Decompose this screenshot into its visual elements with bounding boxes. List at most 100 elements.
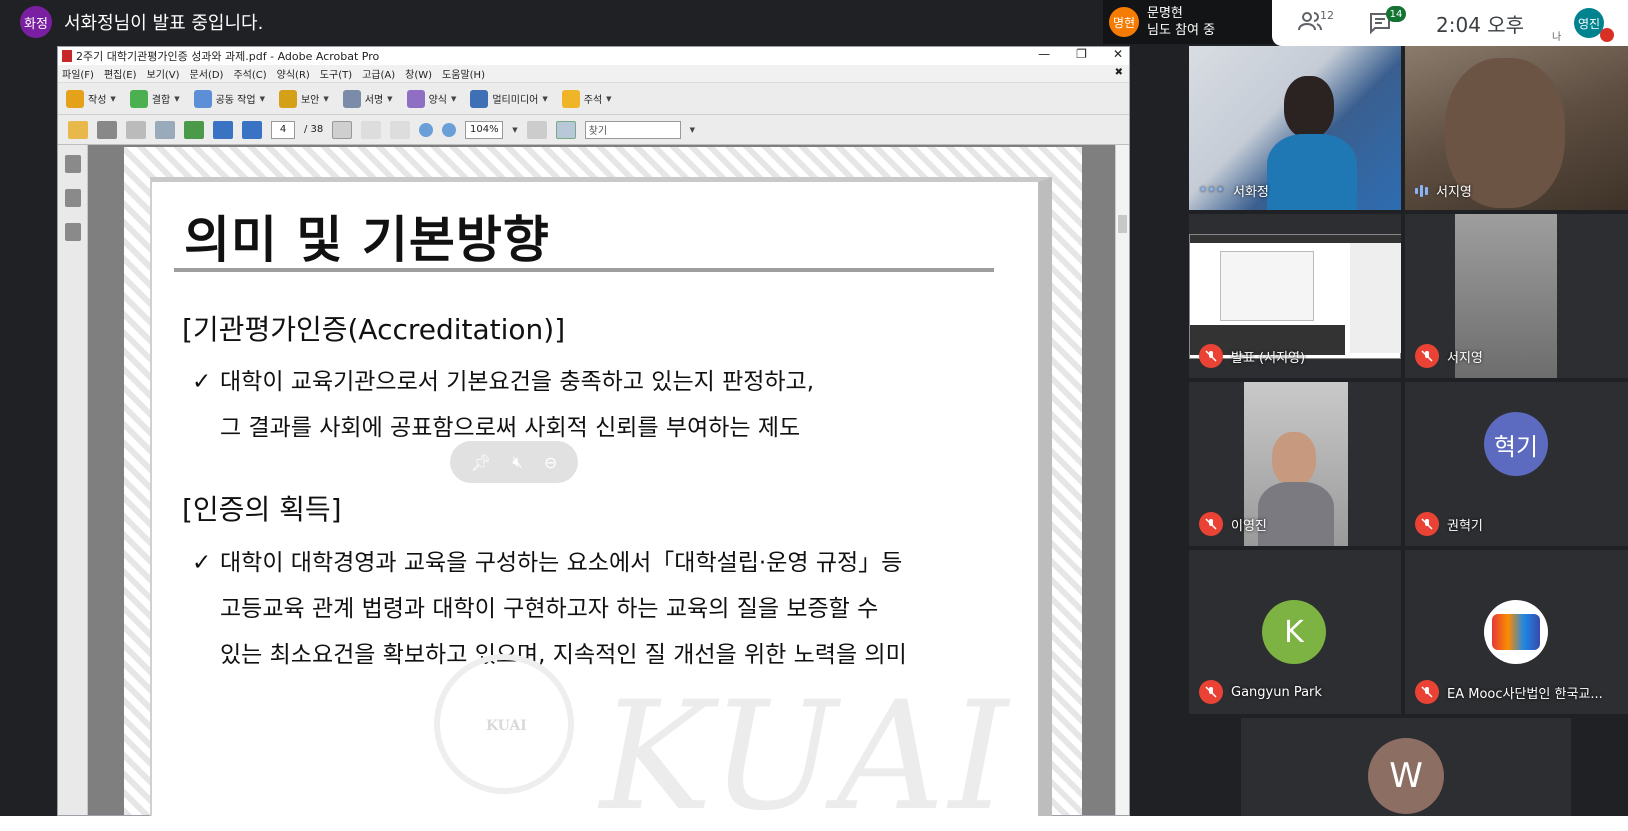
collaborate-icon [193, 89, 212, 108]
window-title: 2주기 대학기관평가인증 성과와 과제.pdf - Adobe Acrobat … [76, 50, 380, 63]
pen-icon [342, 89, 361, 108]
join-notification: 명현 문명현 님도 참여 중 [1103, 0, 1273, 44]
print-icon[interactable] [97, 120, 117, 139]
participant-tile[interactable]: 서지영 [1405, 46, 1628, 210]
pdf-file-icon [62, 50, 72, 62]
close-button[interactable]: ✕ [1113, 47, 1123, 61]
hand-tool-icon[interactable] [361, 120, 382, 139]
joiner-avatar: 명현 [1109, 7, 1139, 37]
comment-button[interactable]: 주석 ▼ [561, 89, 612, 108]
scrollbar-thumb[interactable] [1118, 215, 1127, 233]
menu-edit[interactable]: 편집(E) [104, 66, 137, 81]
comment-icon [561, 89, 580, 108]
forms-button[interactable]: 양식 ▼ [406, 89, 457, 108]
menu-help[interactable]: 도움말(H) [442, 66, 485, 81]
pin-icon[interactable]: 📌︎ [471, 453, 491, 472]
chevron-down-icon: ▼ [110, 94, 116, 103]
mic-off-icon [1199, 680, 1223, 704]
participant-name: 서지영 [1436, 185, 1472, 200]
chat-badge: 14 [1386, 6, 1406, 22]
check-icon: ✓ [192, 369, 212, 395]
clock: 2:04 오후 [1436, 13, 1525, 37]
speaking-indicator-icon [1415, 184, 1428, 197]
menu-advanced[interactable]: 고급(A) [362, 66, 395, 81]
open-folder-icon[interactable] [68, 120, 88, 139]
menu-bar: 파일(F) 편집(E) 보기(V) 문서(D) 주석(C) 양식(R) 도구(T… [58, 65, 1129, 83]
chevron-down-icon: ▼ [259, 94, 265, 103]
lock-icon [278, 89, 297, 108]
secure-button[interactable]: 보안 ▼ [278, 89, 329, 108]
participant-tile[interactable]: ••• 서화정 [1189, 46, 1401, 210]
bookmarks-icon[interactable] [64, 189, 81, 207]
form-icon [406, 89, 425, 108]
meet-window: 화정 서화정님이 발표 중입니다. 명현 문명현 님도 참여 중 12 14 2… [0, 0, 1628, 831]
zoom-in-icon[interactable] [442, 122, 457, 137]
participant-tile[interactable]: 발표 (서지영) [1189, 214, 1401, 378]
task-toolbar: 작성 ▼ 결합 ▼ 공동 작업 ▼ 보안 ▼ 서명 ▼ 양식 ▼ 멀티미디어 ▼ 주석 ▼ [58, 83, 1129, 115]
participant-name: 이영진 [1231, 518, 1267, 534]
menu-view[interactable]: 보기(V) [147, 66, 180, 81]
web-icon[interactable] [184, 120, 204, 139]
pdf-page: 의미 및 기본방향 [기관평가인증(Accreditation)] ✓ 대학이 교… [124, 147, 1082, 831]
create-button[interactable]: 작성 ▼ [66, 89, 116, 108]
chevron-down-icon: ▼ [606, 94, 612, 103]
fit-page-icon[interactable] [526, 120, 547, 139]
collaborate-button[interactable]: 공동 작업 ▼ [193, 89, 265, 108]
participant-tile[interactable]: EA Mooc사단법인 한국교... [1405, 550, 1628, 714]
participant-tile[interactable]: K Gangyun Park [1189, 550, 1401, 714]
arrow-up-icon[interactable] [213, 120, 233, 139]
combine-button[interactable]: 결합 ▼ [129, 89, 180, 108]
screen-share-thumbnail [1189, 234, 1401, 359]
vertical-scrollbar[interactable] [1115, 145, 1129, 815]
create-icon [66, 89, 84, 108]
navigation-pane [58, 145, 88, 815]
meeting-info-bar: 12 14 2:04 오후 영진 나 [1272, 0, 1628, 46]
mute-icon[interactable]: 🔇︎ [512, 452, 522, 472]
signatures-icon[interactable] [64, 223, 81, 241]
presenting-banner: 화정 서화정님이 발표 중입니다. [20, 4, 263, 40]
multimedia-button[interactable]: 멀티미디어 ▼ [470, 89, 548, 108]
remove-icon[interactable]: ⊖ [544, 453, 557, 472]
mic-off-icon [1415, 512, 1439, 536]
find-input[interactable]: 찾기 [584, 120, 681, 139]
zoom-input[interactable]: 104% [465, 120, 504, 139]
arrow-down-icon[interactable] [242, 120, 262, 139]
menu-file[interactable]: 파일(F) [62, 66, 94, 81]
zoom-tool-icon[interactable] [390, 120, 411, 139]
fit-width-icon[interactable] [555, 120, 576, 139]
menu-document[interactable]: 문서(D) [190, 66, 224, 81]
mic-off-icon [1199, 344, 1223, 368]
organization-logo-avatar [1484, 600, 1548, 664]
sign-button[interactable]: 서명 ▼ [342, 89, 393, 108]
pages-icon[interactable] [64, 155, 81, 173]
page-number-input[interactable]: 4 [271, 120, 295, 139]
participant-tile[interactable]: W [1241, 718, 1571, 816]
presenter-avatar: 화정 [20, 6, 52, 38]
restore-button[interactable]: ❐ [1076, 47, 1087, 61]
participant-avatar: 혁기 [1484, 412, 1548, 476]
section-heading-acquisition: [인증의 획득] [182, 493, 342, 526]
email-icon[interactable] [155, 120, 175, 139]
chevron-down-icon[interactable]: ▼ [512, 126, 517, 134]
people-icon [1298, 12, 1322, 31]
kuai-watermark: KUAI [600, 670, 1013, 831]
kuai-seal-logo: KUAI [434, 654, 574, 794]
menu-window[interactable]: 창(W) [405, 66, 432, 81]
participant-name: EA Mooc사단법인 한국교... [1447, 686, 1603, 702]
chevron-down-icon: ▼ [450, 94, 457, 103]
participant-tile[interactable]: 이영진 [1189, 382, 1401, 546]
people-count: 12 [1320, 9, 1334, 22]
select-tool-icon[interactable] [332, 120, 353, 139]
slide-title: 의미 및 기본방향 [184, 211, 550, 269]
zoom-out-icon[interactable] [419, 122, 434, 137]
menu-comments[interactable]: 주석(C) [233, 66, 266, 81]
minimize-button[interactable]: — [1038, 47, 1050, 61]
chevron-down-icon[interactable]: ▼ [690, 126, 695, 134]
menu-forms[interactable]: 양식(R) [277, 66, 310, 81]
close-document-button[interactable]: ✖ [1115, 67, 1123, 78]
participant-tile[interactable]: 혁기 권혁기 [1405, 382, 1628, 546]
save-icon[interactable] [126, 120, 146, 139]
menu-tools[interactable]: 도구(T) [320, 66, 352, 81]
participant-tile[interactable]: 서지영 [1405, 214, 1628, 378]
participant-name: 권혁기 [1447, 518, 1483, 534]
